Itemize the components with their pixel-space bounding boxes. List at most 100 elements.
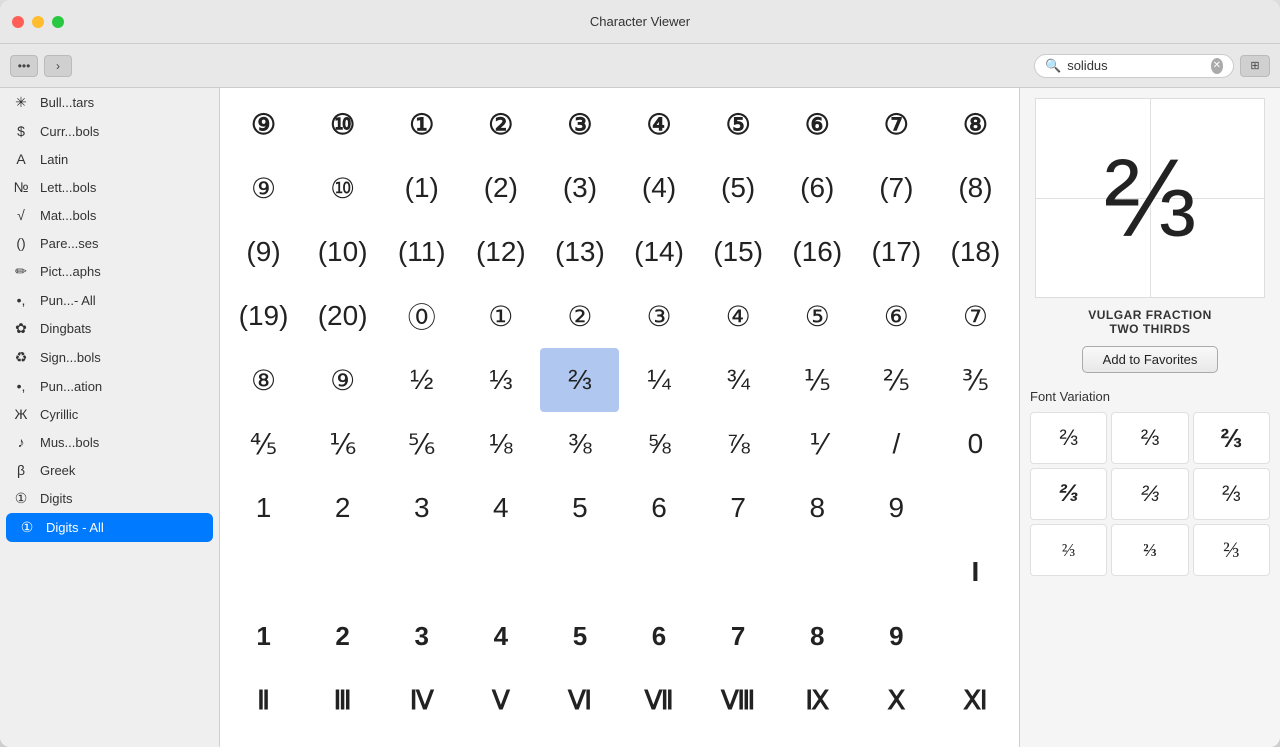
char-cell[interactable]: ① — [382, 92, 461, 156]
search-box[interactable]: 🔍 ✕ — [1034, 54, 1234, 78]
char-cell[interactable]: (8) — [936, 156, 1015, 220]
char-cell[interactable]: (11) — [382, 220, 461, 284]
char-cell[interactable]: 8 — [778, 604, 857, 668]
char-cell[interactable]: 9 — [857, 604, 936, 668]
char-cell[interactable]: ⑨ — [224, 92, 303, 156]
char-cell[interactable]: (1) — [382, 156, 461, 220]
font-var-cell[interactable]: ⅔ — [1111, 412, 1188, 464]
char-cell[interactable]: (17) — [857, 220, 936, 284]
char-cell[interactable] — [224, 540, 303, 604]
char-cell[interactable]: (19) — [224, 284, 303, 348]
char-cell[interactable]: / — [857, 412, 936, 476]
char-cell[interactable]: 5 — [540, 604, 619, 668]
char-cell[interactable]: ⅵ — [699, 732, 778, 747]
close-button[interactable] — [12, 16, 24, 28]
grid-view-button[interactable]: ⊞ — [1240, 55, 1270, 77]
char-cell[interactable]: 1 — [224, 476, 303, 540]
char-cell[interactable]: (9) — [224, 220, 303, 284]
char-cell[interactable]: (6) — [778, 156, 857, 220]
char-cell[interactable]: Ⅸ — [778, 668, 857, 732]
char-cell[interactable]: 7 — [699, 604, 778, 668]
char-cell[interactable]: ¾ — [699, 348, 778, 412]
char-cell[interactable]: ⅶ — [778, 732, 857, 747]
char-cell[interactable]: Ⅷ — [699, 668, 778, 732]
char-cell[interactable]: (10) — [303, 220, 382, 284]
char-cell[interactable]: ⅘ — [224, 412, 303, 476]
char-cell[interactable]: ⅲ — [461, 732, 540, 747]
sidebar-item-digits[interactable]: ① Digits — [0, 484, 219, 513]
char-cell[interactable]: ⓪ — [382, 284, 461, 348]
char-cell[interactable]: (13) — [540, 220, 619, 284]
char-cell[interactable]: ⑩ — [303, 156, 382, 220]
char-cell[interactable]: ⅰ — [303, 732, 382, 747]
char-cell[interactable]: ⑧ — [936, 92, 1015, 156]
char-cell[interactable] — [303, 540, 382, 604]
sidebar-item-dingbats[interactable]: ✿ Dingbats — [0, 314, 219, 343]
char-cell[interactable]: (7) — [857, 156, 936, 220]
sidebar-item-punctuation-all[interactable]: •, Pun...- All — [0, 286, 219, 314]
char-cell[interactable]: ⅳ — [540, 732, 619, 747]
char-cell[interactable]: ⅗ — [936, 348, 1015, 412]
chevron-button[interactable]: › — [44, 55, 72, 77]
char-cell[interactable]: 0 — [936, 412, 1015, 476]
char-cell[interactable] — [857, 540, 936, 604]
char-cell[interactable]: ⑥ — [778, 92, 857, 156]
char-cell[interactable]: ⅓ — [461, 348, 540, 412]
char-cell[interactable]: (18) — [936, 220, 1015, 284]
char-cell[interactable]: ⅸ — [936, 732, 1015, 747]
char-cell[interactable]: Ⅹ — [857, 668, 936, 732]
char-cell[interactable]: 4 — [461, 476, 540, 540]
char-cell[interactable]: (15) — [699, 220, 778, 284]
char-cell[interactable]: ⅚ — [382, 412, 461, 476]
font-var-cell[interactable]: ⅔ — [1030, 468, 1107, 520]
char-cell[interactable]: 3 — [382, 604, 461, 668]
sidebar-item-digits-all[interactable]: ① Digits - All — [6, 513, 213, 542]
char-cell[interactable]: 2 — [303, 604, 382, 668]
char-cell[interactable]: ⅝ — [619, 412, 698, 476]
sidebar-item-letterlike-symbols[interactable]: № Lett...bols — [0, 173, 219, 201]
char-cell[interactable]: ⑤ — [778, 284, 857, 348]
sidebar-item-pictographs[interactable]: ✏ Pict...aphs — [0, 257, 219, 286]
char-cell[interactable]: ⅷ — [857, 732, 936, 747]
char-cell[interactable]: Ⅺ — [936, 668, 1015, 732]
char-cell[interactable]: ⑨ — [303, 348, 382, 412]
char-cell[interactable]: Ⅲ — [303, 668, 382, 732]
char-cell[interactable]: ⅙ — [303, 412, 382, 476]
char-cell[interactable]: (5) — [699, 156, 778, 220]
more-options-button[interactable]: ••• — [10, 55, 38, 77]
char-cell[interactable] — [540, 540, 619, 604]
font-var-cell[interactable]: ⅔ — [1193, 412, 1270, 464]
char-cell[interactable]: ⑤ — [699, 92, 778, 156]
sidebar-item-music-symbols[interactable]: ♪ Mus...bols — [0, 428, 219, 456]
minimize-button[interactable] — [32, 16, 44, 28]
char-cell[interactable]: Ⅳ — [382, 668, 461, 732]
char-cell[interactable] — [619, 540, 698, 604]
char-cell[interactable]: ③ — [540, 92, 619, 156]
char-cell[interactable]: ⑥ — [857, 284, 936, 348]
char-cell[interactable]: 1 — [224, 604, 303, 668]
search-input[interactable] — [1067, 58, 1204, 73]
char-cell[interactable]: 9 — [857, 476, 936, 540]
char-cell[interactable]: (20) — [303, 284, 382, 348]
char-cell[interactable]: Ⅵ — [540, 668, 619, 732]
char-cell[interactable]: (16) — [778, 220, 857, 284]
font-var-cell[interactable]: ⅔ — [1193, 468, 1270, 520]
char-cell[interactable]: Ⅶ — [619, 668, 698, 732]
char-cell[interactable]: ⅔ — [540, 348, 619, 412]
char-cell[interactable]: ⅕ — [778, 348, 857, 412]
char-cell[interactable]: Ⅴ — [461, 668, 540, 732]
char-cell[interactable]: ⑩ — [303, 92, 382, 156]
sidebar-item-math-symbols[interactable]: √ Mat...bols — [0, 201, 219, 229]
sidebar-item-latin[interactable]: A Latin — [0, 145, 219, 173]
char-cell[interactable]: ⑦ — [857, 92, 936, 156]
char-cell[interactable]: (14) — [619, 220, 698, 284]
char-cell[interactable]: ⅴ — [619, 732, 698, 747]
char-cell[interactable]: ③ — [619, 284, 698, 348]
char-cell[interactable]: ② — [461, 92, 540, 156]
char-cell[interactable]: ⑧ — [224, 348, 303, 412]
char-cell[interactable]: 2 — [303, 476, 382, 540]
char-cell[interactable]: ④ — [619, 92, 698, 156]
font-var-cell[interactable]: ⅔ — [1030, 524, 1107, 576]
char-cell[interactable]: 4 — [461, 604, 540, 668]
char-cell[interactable] — [461, 540, 540, 604]
